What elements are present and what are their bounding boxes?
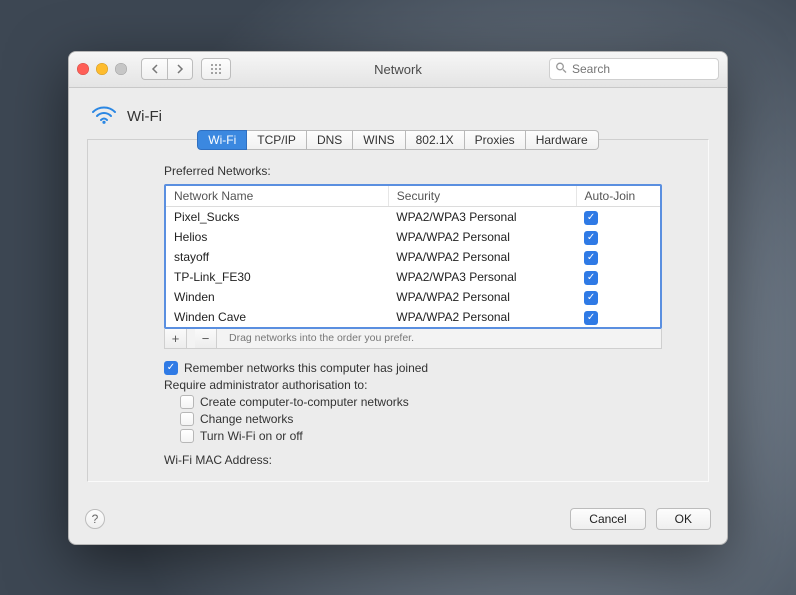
- cell-autojoin: ✓: [576, 267, 660, 287]
- cell-autojoin: ✓: [576, 247, 660, 267]
- cell-autojoin: ✓: [576, 307, 660, 327]
- grid-icon: [210, 63, 222, 75]
- cell-autojoin: ✓: [576, 287, 660, 307]
- admin-opt-checkbox[interactable]: [180, 412, 194, 426]
- forward-button[interactable]: [167, 58, 193, 80]
- tab-tcpip[interactable]: TCP/IP: [247, 130, 307, 150]
- col-network-name[interactable]: Network Name: [166, 186, 388, 207]
- cell-autojoin: ✓: [576, 206, 660, 227]
- col-security[interactable]: Security: [388, 186, 576, 207]
- table-row[interactable]: stayoffWPA/WPA2 Personal ✓: [166, 247, 660, 267]
- remember-label: Remember networks this computer has join…: [184, 361, 428, 375]
- remember-row[interactable]: ✓ Remember networks this computer has jo…: [164, 361, 696, 375]
- tab-proxies[interactable]: Proxies: [465, 130, 526, 150]
- admin-opt-row[interactable]: Change networks: [180, 412, 696, 426]
- cell-autojoin: ✓: [576, 227, 660, 247]
- admin-opt-label: Change networks: [200, 412, 293, 426]
- admin-opt-row[interactable]: Create computer-to-computer networks: [180, 395, 696, 409]
- tab-wifi[interactable]: Wi-Fi: [197, 130, 247, 150]
- back-button[interactable]: [141, 58, 167, 80]
- search-input[interactable]: [549, 58, 719, 80]
- autojoin-checkbox[interactable]: ✓: [584, 311, 598, 325]
- autojoin-checkbox[interactable]: ✓: [584, 271, 598, 285]
- table-row[interactable]: Winden CaveWPA/WPA2 Personal ✓: [166, 307, 660, 327]
- table-row[interactable]: HeliosWPA/WPA2 Personal ✓: [166, 227, 660, 247]
- cell-name: TP-Link_FE30: [166, 267, 388, 287]
- ok-button[interactable]: OK: [656, 508, 711, 530]
- admin-opt-checkbox[interactable]: [180, 429, 194, 443]
- autojoin-checkbox[interactable]: ✓: [584, 251, 598, 265]
- chevron-left-icon: [151, 64, 159, 74]
- tab-8021x[interactable]: 802.1X: [406, 130, 465, 150]
- preferred-networks-table[interactable]: Network Name Security Auto-Join Pixel_Su…: [164, 184, 662, 329]
- zoom-icon[interactable]: [115, 63, 127, 75]
- admin-opt-row[interactable]: Turn Wi-Fi on or off: [180, 429, 696, 443]
- admin-opt-label: Create computer-to-computer networks: [200, 395, 409, 409]
- cell-name: Pixel_Sucks: [166, 206, 388, 227]
- cell-security: WPA/WPA2 Personal: [388, 307, 576, 327]
- tab-hardware[interactable]: Hardware: [526, 130, 599, 150]
- help-button[interactable]: ?: [85, 509, 105, 529]
- cell-name: Winden: [166, 287, 388, 307]
- tab-dns[interactable]: DNS: [307, 130, 353, 150]
- table-row[interactable]: Pixel_SucksWPA2/WPA3 Personal ✓: [166, 206, 660, 227]
- cancel-button[interactable]: Cancel: [570, 508, 645, 530]
- drag-hint: Drag networks into the order you prefer.: [225, 332, 414, 344]
- minimize-icon[interactable]: [96, 63, 108, 75]
- titlebar: Network: [69, 52, 727, 88]
- show-all-button[interactable]: [201, 58, 231, 80]
- network-preferences-window: Network Wi-Fi Wi-Fi TCP/IP DNS WINS 802.…: [68, 51, 728, 545]
- panel-header: Wi-Fi: [91, 104, 709, 129]
- cell-name: Winden Cave: [166, 307, 388, 327]
- remember-checkbox[interactable]: ✓: [164, 361, 178, 375]
- preferred-networks-label: Preferred Networks:: [164, 164, 696, 178]
- cell-security: WPA/WPA2 Personal: [388, 287, 576, 307]
- admin-opt-checkbox[interactable]: [180, 395, 194, 409]
- cell-security: WPA2/WPA3 Personal: [388, 206, 576, 227]
- traffic-lights: [77, 63, 127, 75]
- panel-name: Wi-Fi: [127, 108, 162, 125]
- col-autojoin[interactable]: Auto-Join: [576, 186, 660, 207]
- table-row[interactable]: TP-Link_FE30WPA2/WPA3 Personal ✓: [166, 267, 660, 287]
- table-row[interactable]: WindenWPA/WPA2 Personal ✓: [166, 287, 660, 307]
- wifi-icon: [91, 104, 117, 129]
- mac-address-row: Wi-Fi MAC Address:: [164, 453, 696, 467]
- cell-security: WPA/WPA2 Personal: [388, 247, 576, 267]
- mac-label: Wi-Fi MAC Address:: [164, 453, 272, 467]
- autojoin-checkbox[interactable]: ✓: [584, 291, 598, 305]
- remove-network-button[interactable]: −: [195, 329, 217, 348]
- autojoin-checkbox[interactable]: ✓: [584, 231, 598, 245]
- cell-name: stayoff: [166, 247, 388, 267]
- admin-auth-label: Require administrator authorisation to:: [164, 378, 696, 392]
- add-network-button[interactable]: +: [165, 329, 187, 348]
- cell-security: WPA/WPA2 Personal: [388, 227, 576, 247]
- chevron-right-icon: [176, 64, 184, 74]
- tab-bar: Wi-Fi TCP/IP DNS WINS 802.1X Proxies Har…: [100, 130, 696, 150]
- nav-back-forward: [141, 58, 193, 80]
- autojoin-checkbox[interactable]: ✓: [584, 211, 598, 225]
- search-icon: [555, 62, 567, 77]
- cell-security: WPA2/WPA3 Personal: [388, 267, 576, 287]
- close-icon[interactable]: [77, 63, 89, 75]
- admin-opt-label: Turn Wi-Fi on or off: [200, 429, 303, 443]
- tab-wins[interactable]: WINS: [353, 130, 405, 150]
- cell-name: Helios: [166, 227, 388, 247]
